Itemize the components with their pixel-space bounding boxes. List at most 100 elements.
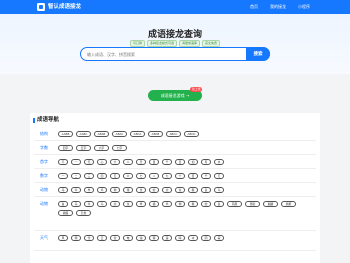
nav-chip[interactable]: 狗 [175, 201, 185, 207]
nav-chip[interactable]: ABCB [148, 131, 163, 137]
nav-chip[interactable]: ABCD [184, 131, 199, 137]
nav-chip[interactable]: 七字 [112, 145, 127, 151]
chip-list: 不一无心大人天自千百如有水 [58, 159, 312, 165]
nav-chip[interactable]: 不 [58, 159, 68, 165]
nav-chip[interactable]: 千 [162, 159, 172, 165]
nav-chip[interactable]: 五 [110, 173, 120, 179]
nav-chip[interactable]: 一 [58, 173, 68, 179]
brand-name[interactable]: 智认成语接龙 [48, 3, 81, 11]
app-logo-icon[interactable] [37, 3, 45, 11]
nav-chip[interactable]: 六字 [94, 145, 109, 151]
nav-chip[interactable]: AABB [58, 131, 73, 137]
nav-chip[interactable]: AABC [76, 131, 91, 137]
nav-row-label: 结构 [40, 131, 48, 136]
nav-chip[interactable]: 鱼 [58, 201, 68, 207]
nav-chip[interactable]: ABCC [166, 131, 181, 137]
nav-chip[interactable]: 牛 [71, 187, 81, 193]
search-input[interactable] [85, 48, 243, 60]
nav-chip[interactable]: 羊 [84, 187, 94, 193]
nav-chip[interactable]: 龙 [136, 187, 146, 193]
nav-row: 天气 风雨雪云雷电霜雾露晴冰阴雹 [34, 231, 316, 251]
nav-chip[interactable]: 猪 [123, 187, 133, 193]
nav-chip[interactable]: 六 [123, 173, 133, 179]
nav-chip[interactable]: 如 [188, 159, 198, 165]
nav-chip[interactable]: 雹 [214, 235, 224, 241]
nav-chip[interactable]: 水 [214, 159, 224, 165]
nav-chip[interactable]: ABCA [130, 131, 145, 137]
nav-chip[interactable]: 虎 [162, 187, 172, 193]
nav-chip[interactable]: 兔 [175, 187, 185, 193]
nav-chip[interactable]: 千 [201, 173, 211, 179]
nav-chip[interactable]: 四 [97, 173, 107, 179]
nav-chip[interactable]: 云 [97, 235, 107, 241]
nav-row: 结构 AABB AABC ABAB ABAC ABCA ABCB ABCC ABCD [34, 127, 316, 141]
nav-chip[interactable]: 人 [123, 159, 133, 165]
nav-chip[interactable]: 鼠 [214, 201, 224, 207]
nav-chip[interactable]: 冰 [188, 235, 198, 241]
nav-chip[interactable]: 马 [58, 187, 68, 193]
nav-chip[interactable]: 心 [97, 159, 107, 165]
nav-chip[interactable]: 百 [188, 173, 198, 179]
nav-chip[interactable]: 麒麟 [263, 201, 278, 207]
nav-chip[interactable]: 九 [162, 173, 172, 179]
nav-chip[interactable]: 阴 [201, 235, 211, 241]
nav-chip[interactable]: 雾 [149, 235, 159, 241]
nav-chip[interactable]: 雨 [71, 235, 81, 241]
nav-chip[interactable]: 蝴蝶 [58, 210, 73, 216]
nav-chip[interactable]: 自 [149, 159, 159, 165]
nav-chip[interactable]: 鸡 [162, 201, 172, 207]
nav-chip[interactable]: ABAC [112, 131, 127, 137]
nav-chip[interactable]: 五字 [76, 145, 91, 151]
nav-home[interactable]: 首页 [250, 4, 258, 10]
nav-chip[interactable]: 大 [110, 159, 120, 165]
nav-chip[interactable]: 天 [136, 159, 146, 165]
nav-chip[interactable]: 万 [214, 173, 224, 179]
nav-chip[interactable]: 十 [175, 173, 185, 179]
nav-chip[interactable]: 猴 [188, 187, 198, 193]
nav-chip[interactable]: 骆驼 [245, 201, 260, 207]
nav-row: 动物 鱼马牛鸟虎龙羊猫鸡狗猴蛇鼠凤凰 骆驼 麒麟 蜻蜓 蝴蝶 孔雀 [34, 197, 316, 231]
nav-chip[interactable]: 鸟 [214, 187, 224, 193]
nav-chip[interactable]: 雷 [110, 235, 120, 241]
search-button[interactable]: 搜索 [246, 47, 270, 61]
nav-chip[interactable]: 牛 [84, 201, 94, 207]
nav-chip[interactable]: 四字 [58, 145, 73, 151]
nav-chip[interactable]: 猫 [149, 201, 159, 207]
nav-chip[interactable]: 无 [84, 159, 94, 165]
nav-chip[interactable]: 狗 [110, 187, 120, 193]
nav-chip[interactable]: 蜻蜓 [281, 201, 296, 207]
nav-chip[interactable]: 猴 [188, 201, 198, 207]
nav-chip[interactable]: 八 [149, 173, 159, 179]
nav-chip[interactable]: 百 [175, 159, 185, 165]
nav-row-label: 动物 [40, 187, 48, 192]
nav-chip[interactable]: 凤凰 [227, 201, 242, 207]
nav-chip[interactable]: 蛇 [149, 187, 159, 193]
chain-game-button[interactable]: 成语接龙游戏 → [148, 90, 202, 101]
nav-row: 数字 一二三四五六七八九十百千万 [34, 169, 316, 183]
nav-chip[interactable]: 羊 [136, 201, 146, 207]
nav-chip[interactable]: 孔雀 [76, 210, 91, 216]
nav-chip[interactable]: 七 [136, 173, 146, 179]
nav-chip[interactable]: 一 [71, 159, 81, 165]
nav-chip[interactable]: 三 [84, 173, 94, 179]
nav-my-chain[interactable]: 我的接龙 [270, 4, 286, 10]
nav-chip[interactable]: 二 [71, 173, 81, 179]
nav-chip[interactable]: 电 [123, 235, 133, 241]
nav-chip[interactable]: 蛇 [201, 201, 211, 207]
nav-chip[interactable]: 马 [71, 201, 81, 207]
chip-list: 一二三四五六七八九十百千万 [58, 173, 312, 179]
nav-chip[interactable]: 鼠 [201, 187, 211, 193]
nav-chip[interactable]: 鸟 [97, 201, 107, 207]
nav-chip[interactable]: 晴 [175, 235, 185, 241]
nav-chip[interactable]: 龙 [123, 201, 133, 207]
nav-mini-program[interactable]: 小程序 [298, 4, 310, 10]
nav-chip[interactable]: 霜 [136, 235, 146, 241]
nav-chip[interactable]: 有 [201, 159, 211, 165]
nav-chip[interactable]: 雪 [84, 235, 94, 241]
nav-chip[interactable]: 露 [162, 235, 172, 241]
nav-chip[interactable]: 风 [58, 235, 68, 241]
nav-chip[interactable]: 虎 [110, 201, 120, 207]
nav-chip[interactable]: ABAB [94, 131, 109, 137]
nav-chip[interactable]: 鸡 [97, 187, 107, 193]
nav-row: 首字 不一无心大人天自千百如有水 [34, 155, 316, 169]
